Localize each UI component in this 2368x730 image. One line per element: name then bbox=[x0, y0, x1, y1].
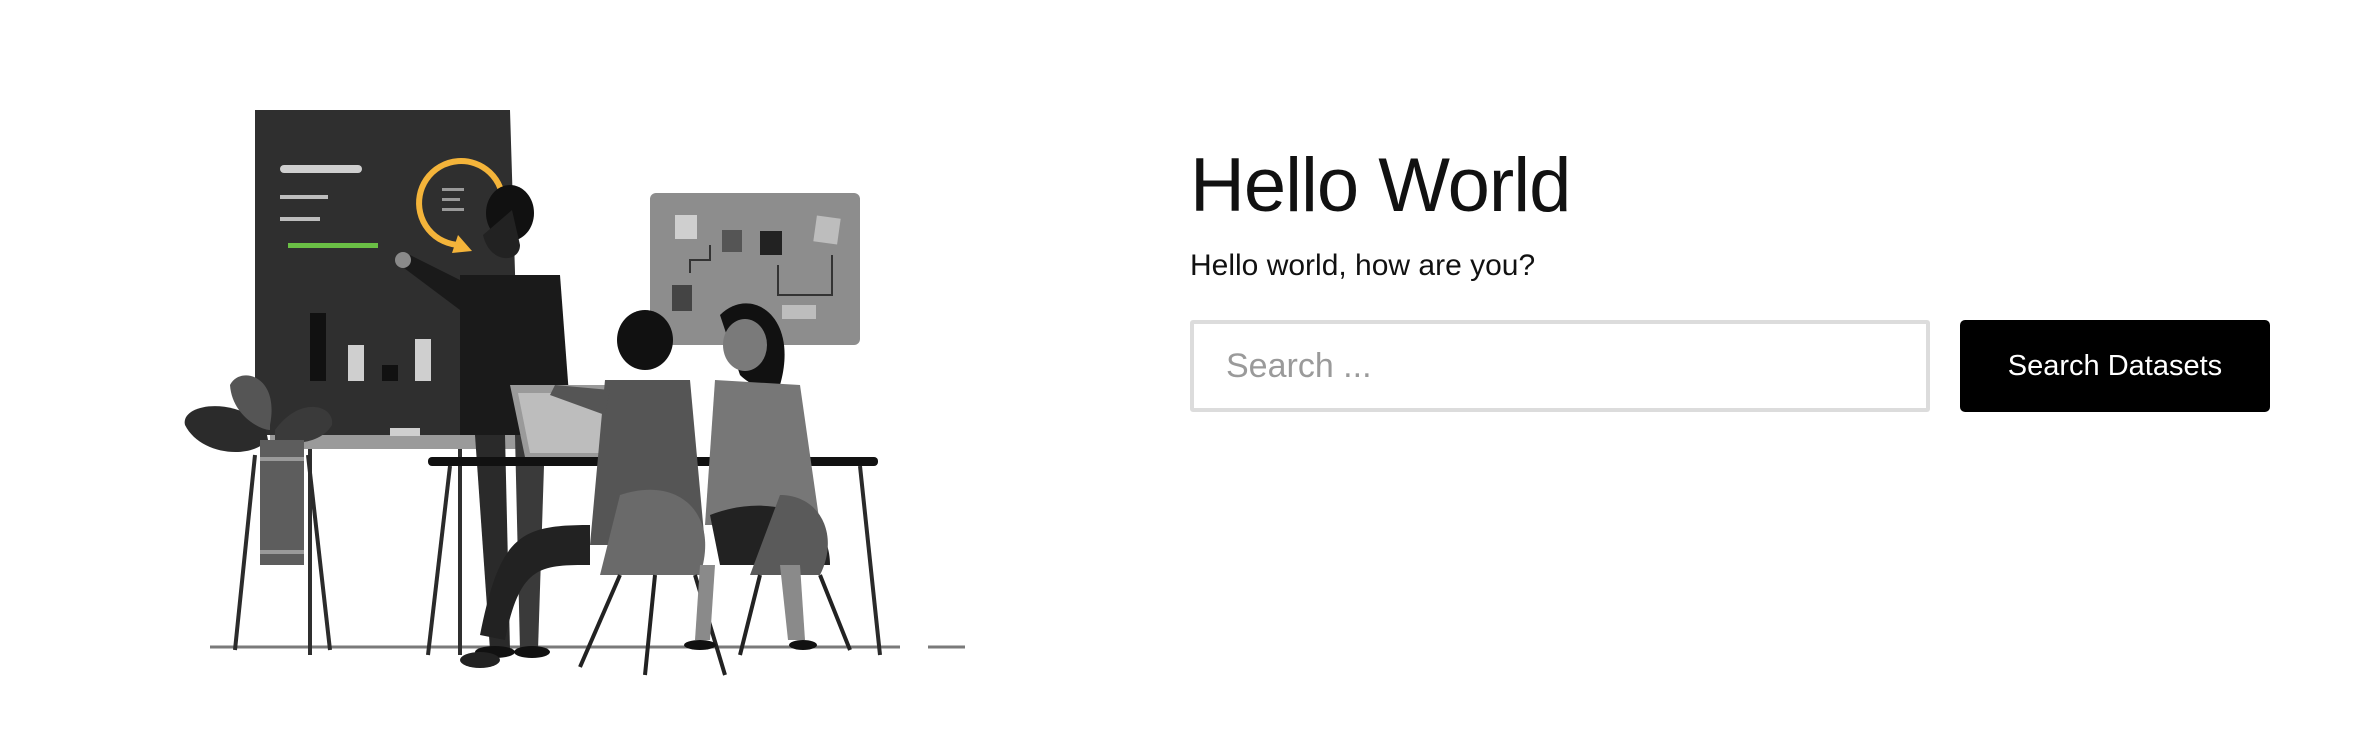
hero-content: Hello World Hello world, how are you? Se… bbox=[1190, 140, 2290, 412]
page-title: Hello World bbox=[1190, 143, 1571, 228]
page-subtitle: Hello world, how are you? bbox=[1190, 249, 1536, 282]
search-bar: Search Datasets bbox=[1190, 320, 2270, 412]
search-datasets-button[interactable]: Search Datasets bbox=[1960, 320, 2270, 412]
search-input[interactable] bbox=[1190, 320, 1930, 412]
team-meeting-illustration bbox=[160, 95, 990, 695]
